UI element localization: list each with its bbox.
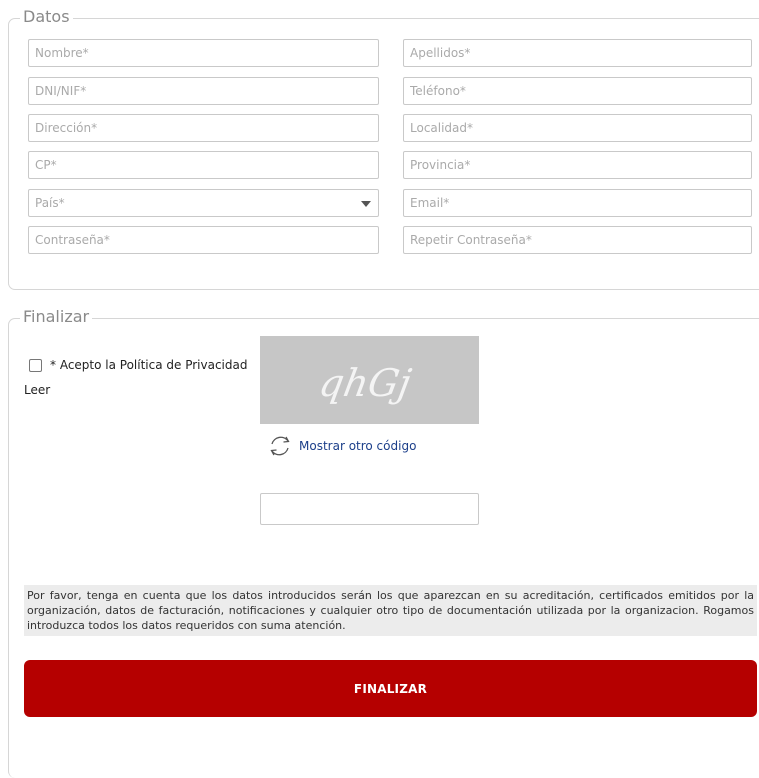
direccion-input[interactable] bbox=[28, 114, 379, 142]
captcha-image: qhGj bbox=[260, 336, 479, 424]
repetir-contrasena-input[interactable] bbox=[403, 226, 752, 254]
localidad-input[interactable] bbox=[403, 114, 752, 142]
finalizar-legend: Finalizar bbox=[20, 308, 93, 326]
refresh-captcha-link[interactable]: Mostrar otro código bbox=[299, 439, 416, 453]
privacy-checkbox[interactable] bbox=[29, 359, 42, 372]
email-input[interactable] bbox=[403, 189, 752, 217]
finalizar-button[interactable]: FINALIZAR bbox=[24, 660, 757, 717]
telefono-input[interactable] bbox=[403, 77, 752, 105]
nombre-input[interactable] bbox=[28, 39, 379, 67]
read-privacy-link[interactable]: Leer bbox=[24, 383, 50, 397]
refresh-icon[interactable] bbox=[266, 432, 294, 460]
datos-legend: Datos bbox=[20, 8, 73, 26]
pais-select[interactable] bbox=[28, 189, 379, 217]
captcha-text: qhGj bbox=[316, 361, 415, 406]
cp-input[interactable] bbox=[28, 151, 379, 179]
contrasena-input[interactable] bbox=[28, 226, 379, 254]
data-notice: Por favor, tenga en cuenta que los datos… bbox=[24, 585, 757, 636]
captcha-input[interactable] bbox=[260, 493, 479, 525]
apellidos-input[interactable] bbox=[403, 39, 752, 67]
dni-input[interactable] bbox=[28, 77, 379, 105]
privacy-label: * Acepto la Política de Privacidad bbox=[50, 358, 248, 372]
provincia-input[interactable] bbox=[403, 151, 752, 179]
captcha-drawing: qhGj bbox=[316, 361, 415, 406]
